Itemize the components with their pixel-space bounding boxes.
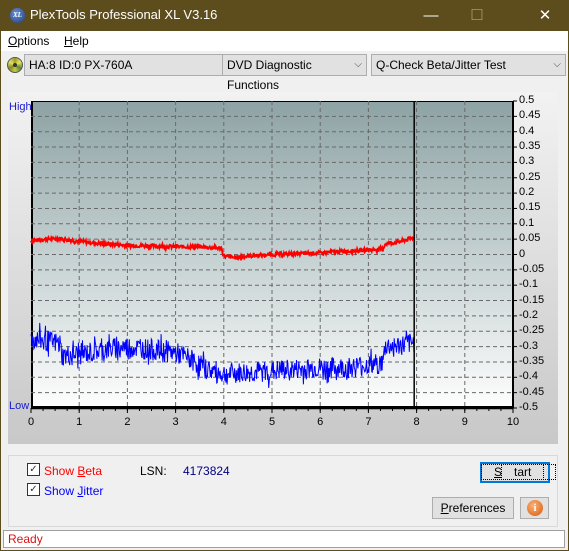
x-tick-label: 9 <box>461 416 468 428</box>
y-tick-label: 0.35 <box>519 140 541 153</box>
lsn-label: LSN: <box>140 464 167 478</box>
x-tick-label: 1 <box>76 416 83 428</box>
status-bar: Ready <box>3 530 565 548</box>
y-tick-label: -0.35 <box>519 354 545 367</box>
y-tick-label: -0.1 <box>519 278 538 291</box>
start-button[interactable]: Start <box>480 462 557 483</box>
x-tick-label: 2 <box>124 416 131 428</box>
y-tick-label: 0.05 <box>519 232 541 245</box>
show-jitter-checkbox[interactable]: ✓ <box>27 483 40 496</box>
x-tick-label: 10 <box>506 416 520 428</box>
x-tick-label: 4 <box>220 416 227 428</box>
x-tick-label: 6 <box>317 416 324 428</box>
y-tick-label: -0.4 <box>519 370 538 383</box>
y-tick-label: 0.45 <box>519 109 541 122</box>
y-tick-label: 0.25 <box>519 170 541 183</box>
y-tick-label: -0.25 <box>519 324 545 337</box>
x-tick-label: 5 <box>268 416 276 428</box>
y-tick-label: 0.1 <box>519 216 535 229</box>
y-tick-label: -0.05 <box>519 262 545 275</box>
beta-series <box>30 234 415 262</box>
y-tick-label: 0.5 <box>519 94 535 106</box>
info-button[interactable]: i <box>520 497 549 519</box>
y-tick-label: 0.4 <box>519 124 535 137</box>
y-tick-label: -0.5 <box>519 401 538 413</box>
x-tick-label: 3 <box>172 416 179 428</box>
y-tick-label: -0.15 <box>519 293 545 306</box>
show-beta-label[interactable]: Show Beta <box>44 464 102 478</box>
y-tick-label: 0.3 <box>519 155 535 168</box>
y-tick-label: -0.45 <box>519 385 545 398</box>
x-tick-label: 8 <box>413 416 420 428</box>
y-tick-label: 0.15 <box>519 201 541 214</box>
y-tick-label: -0.3 <box>519 339 538 352</box>
info-icon: i <box>527 500 543 516</box>
x-tick-label: 0 <box>27 416 35 428</box>
y-tick-label: -0.2 <box>519 308 538 321</box>
jitter-series <box>30 322 415 388</box>
y-tick-label: 0 <box>519 247 526 260</box>
show-beta-checkbox[interactable]: ✓ <box>27 463 40 476</box>
lsn-value: 4173824 <box>183 464 230 478</box>
x-tick-label: 7 <box>365 416 372 428</box>
preferences-button[interactable]: Preferences <box>432 497 514 519</box>
show-jitter-label[interactable]: Show Jitter <box>44 484 103 498</box>
y-tick-label: 0.2 <box>519 186 535 199</box>
